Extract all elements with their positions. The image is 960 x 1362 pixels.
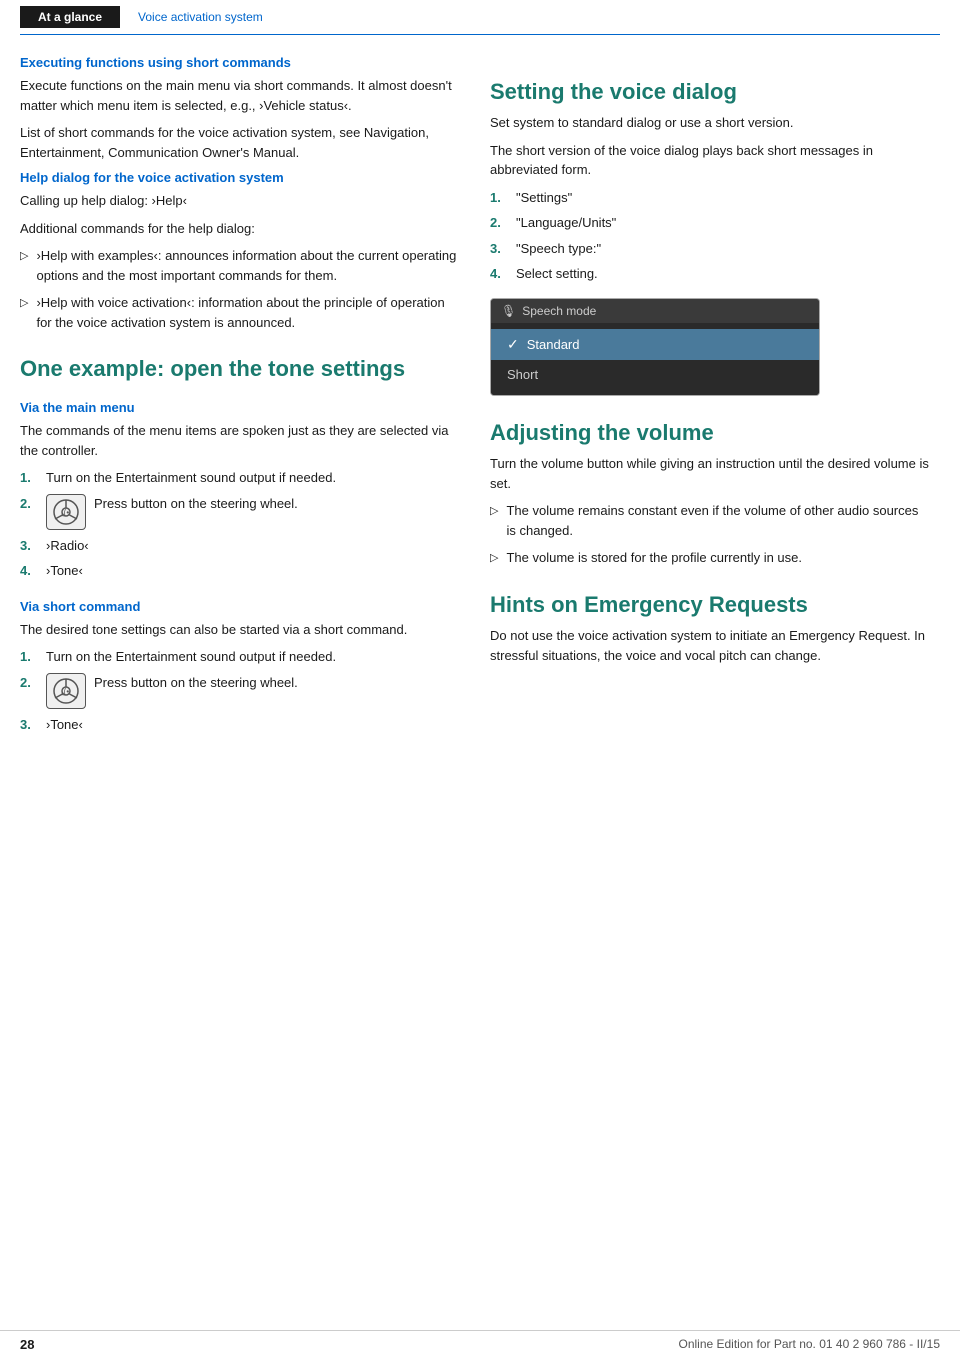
section-executing-functions: Executing functions using short commands… <box>20 55 460 162</box>
volume-bullet-2: ▷ The volume is stored for the profile c… <box>490 548 930 568</box>
page-footer: 28 Online Edition for Part no. 01 40 2 9… <box>0 1330 960 1352</box>
bullet-text-1: ›Help with examples‹: announces informat… <box>36 246 460 285</box>
speech-mode-standard-label: Standard <box>527 337 580 352</box>
via-main-menu-text: The commands of the menu items are spoke… <box>20 421 460 460</box>
step-main-4: 4. ›Tone‹ <box>20 561 460 581</box>
via-main-menu-heading: Via the main menu <box>20 400 460 415</box>
step-num-2: 2. <box>20 494 38 530</box>
vol-bullet-arrow-2: ▷ <box>490 550 498 568</box>
checkmark-icon: ✓ <box>507 336 519 353</box>
bullet-arrow-1: ▷ <box>20 248 28 285</box>
voice-dialog-steps: 1. "Settings" 2. "Language/Units" 3. "Sp… <box>490 188 930 284</box>
bullet-text-2: ›Help with voice activation‹: informatio… <box>36 293 460 332</box>
bullet-arrow-2: ▷ <box>20 295 28 332</box>
page-content: Executing functions using short commands… <box>0 35 960 784</box>
via-short-command-text: The desired tone settings can also be st… <box>20 620 460 640</box>
voice-step-text-2: "Language/Units" <box>516 213 616 233</box>
setting-voice-dialog-heading: Setting the voice dialog <box>490 79 930 105</box>
adjusting-volume-heading: Adjusting the volume <box>490 420 930 446</box>
section-one-example: One example: open the tone settings Via … <box>20 356 460 734</box>
help-dialog-heading: Help dialog for the voice activation sys… <box>20 170 460 185</box>
step-short-text-3: ›Tone‹ <box>46 715 83 735</box>
svg-text:((•: ((• <box>61 508 69 517</box>
speech-mode-short-label: Short <box>507 367 538 382</box>
voice-step-3: 3. "Speech type:" <box>490 239 930 259</box>
left-column: Executing functions using short commands… <box>20 55 460 744</box>
vol-bullet-text-2: The volume is stored for the profile cur… <box>506 548 802 568</box>
voice-step-text-4: Select setting. <box>516 264 598 284</box>
right-column: Setting the voice dialog Set system to s… <box>490 55 930 744</box>
step-text-1: Turn on the Entertainment sound output i… <box>46 468 336 488</box>
step-short-3: 3. ›Tone‹ <box>20 715 460 735</box>
volume-bullet-1: ▷ The volume remains constant even if th… <box>490 501 930 540</box>
setting-voice-dialog-para1: Set system to standard dialog or use a s… <box>490 113 930 133</box>
step-main-3: 3. ›Radio‹ <box>20 536 460 556</box>
emergency-requests-heading: Hints on Emergency Requests <box>490 592 930 618</box>
page-number: 28 <box>20 1337 34 1352</box>
steering-wheel-icon: ((• <box>46 494 86 530</box>
section-setting-voice-dialog: Setting the voice dialog Set system to s… <box>490 79 930 396</box>
svg-text:((•: ((• <box>61 687 69 696</box>
step-short-num-1: 1. <box>20 647 38 667</box>
edition-text: Online Edition for Part no. 01 40 2 960 … <box>678 1337 940 1352</box>
section-emergency-requests: Hints on Emergency Requests Do not use t… <box>490 592 930 665</box>
short-command-steps: 1. Turn on the Entertainment sound outpu… <box>20 647 460 734</box>
voice-step-num-3: 3. <box>490 239 508 259</box>
speech-mode-body: ✓ Standard Short <box>491 323 819 395</box>
step-short-text-2: Press button on the steering wheel. <box>94 673 298 709</box>
step-short-1: 1. Turn on the Entertainment sound outpu… <box>20 647 460 667</box>
setting-voice-dialog-para2: The short version of the voice dialog pl… <box>490 141 930 180</box>
step-text-3: ›Radio‹ <box>46 536 89 556</box>
voice-step-num-2: 2. <box>490 213 508 233</box>
page-header: At a glance Voice activation system <box>20 0 940 35</box>
executing-functions-para2: List of short commands for the voice act… <box>20 123 460 162</box>
via-short-command-heading: Via short command <box>20 599 460 614</box>
steering-wheel-icon-2: ((• <box>46 673 86 709</box>
step-main-2: 2. ((• Press button on the steering whee… <box>20 494 460 530</box>
step-short-2: 2. ((• Press button on the steering whee… <box>20 673 460 709</box>
speech-mode-short: Short <box>491 360 819 389</box>
one-example-heading: One example: open the tone settings <box>20 356 460 382</box>
emergency-requests-para: Do not use the voice activation system t… <box>490 626 930 665</box>
voice-step-num-4: 4. <box>490 264 508 284</box>
main-menu-steps: 1. Turn on the Entertainment sound outpu… <box>20 468 460 581</box>
speech-mode-title-bar: 🎙 Speech mode <box>491 299 819 323</box>
step-main-1: 1. Turn on the Entertainment sound outpu… <box>20 468 460 488</box>
step-text-2: Press button on the steering wheel. <box>94 494 298 530</box>
vol-bullet-text-1: The volume remains constant even if the … <box>506 501 930 540</box>
step-short-num-2: 2. <box>20 673 38 709</box>
executing-functions-para1: Execute functions on the main menu via s… <box>20 76 460 115</box>
voice-step-1: 1. "Settings" <box>490 188 930 208</box>
speech-mode-icon: 🎙 <box>501 304 516 318</box>
bullet-item-2: ▷ ›Help with voice activation‹: informat… <box>20 293 460 332</box>
calling-text: Calling up help dialog: ›Help‹ <box>20 191 460 211</box>
step-num-3: 3. <box>20 536 38 556</box>
voice-step-text-3: "Speech type:" <box>516 239 601 259</box>
vol-bullet-arrow-1: ▷ <box>490 503 498 540</box>
voice-step-2: 2. "Language/Units" <box>490 213 930 233</box>
bullet-item-1: ▷ ›Help with examples‹: announces inform… <box>20 246 460 285</box>
tab-at-a-glance[interactable]: At a glance <box>20 6 120 28</box>
speech-mode-standard: ✓ Standard <box>491 329 819 360</box>
step-num-4: 4. <box>20 561 38 581</box>
section-adjusting-volume: Adjusting the volume Turn the volume but… <box>490 420 930 568</box>
adjusting-volume-para: Turn the volume button while giving an i… <box>490 454 930 493</box>
additional-commands-text: Additional commands for the help dialog: <box>20 219 460 239</box>
speech-mode-title: Speech mode <box>522 304 596 318</box>
help-dialog-bullets: ▷ ›Help with examples‹: announces inform… <box>20 246 460 332</box>
speech-mode-screenshot: 🎙 Speech mode ✓ Standard Short <box>490 298 820 396</box>
step-text-4: ›Tone‹ <box>46 561 83 581</box>
step-num-1: 1. <box>20 468 38 488</box>
executing-functions-heading: Executing functions using short commands <box>20 55 460 70</box>
step-short-text-1: Turn on the Entertainment sound output i… <box>46 647 336 667</box>
section-help-dialog: Help dialog for the voice activation sys… <box>20 170 460 332</box>
step-short-num-3: 3. <box>20 715 38 735</box>
voice-step-num-1: 1. <box>490 188 508 208</box>
tab-voice-activation[interactable]: Voice activation system <box>120 6 281 28</box>
voice-step-4: 4. Select setting. <box>490 264 930 284</box>
volume-bullets: ▷ The volume remains constant even if th… <box>490 501 930 568</box>
voice-step-text-1: "Settings" <box>516 188 572 208</box>
